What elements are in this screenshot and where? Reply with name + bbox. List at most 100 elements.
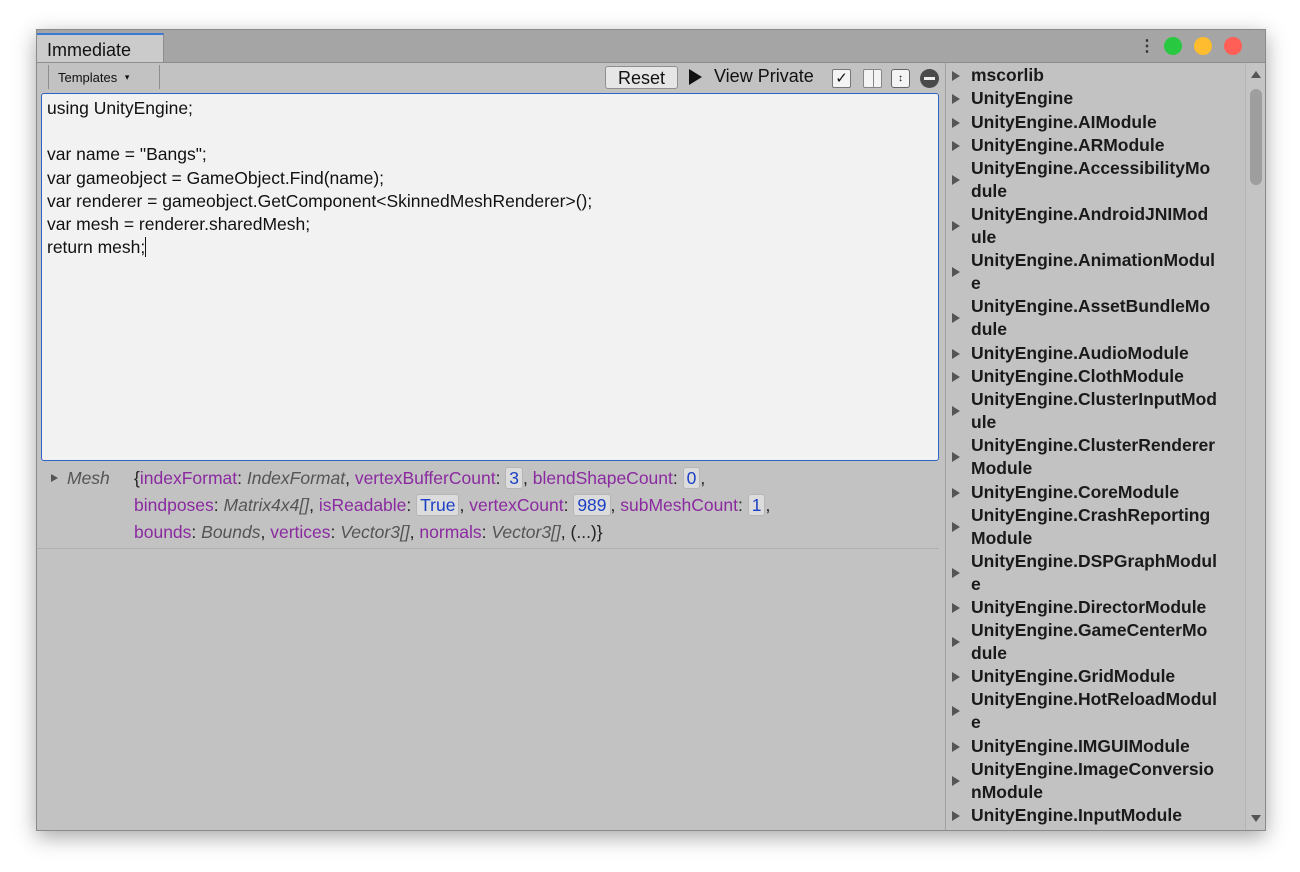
tree-item-label-cont: ule: [971, 227, 997, 247]
layout-toggle-icon[interactable]: [863, 69, 882, 88]
expand-arrow-icon[interactable]: [952, 349, 960, 359]
expand-arrow-icon[interactable]: [952, 313, 960, 323]
code-line-with-caret: return mesh;: [47, 236, 933, 259]
tab-immediate[interactable]: Immediate: [37, 33, 164, 62]
tree-item-label: UnityEngine.ClusterRenderer: [971, 435, 1216, 455]
tree-item-label-cont: Module: [971, 458, 1033, 478]
expand-arrow-icon[interactable]: [952, 811, 960, 821]
expand-arrow-icon[interactable]: [51, 474, 58, 482]
assembly-tree: mscorlib UnityEngine UnityEngine.AIModul…: [945, 63, 1265, 830]
prop-name: normals: [419, 522, 482, 542]
expand-arrow-icon[interactable]: [952, 522, 960, 532]
prop-type: Vector3[]: [491, 522, 561, 542]
stepper-icon[interactable]: ↕: [891, 69, 910, 88]
tree-item-label-cont: dule: [971, 319, 1007, 339]
tree-item-label: UnityEngine.CrashReporting: [971, 505, 1211, 525]
prop-type: Matrix4x4[]: [223, 495, 310, 515]
expand-arrow-icon[interactable]: [952, 776, 960, 786]
prop-name: vertices: [270, 522, 331, 542]
prop-name: isReadable: [318, 495, 407, 515]
prop-value: 3: [505, 467, 524, 489]
scrollbar-thumb[interactable]: [1250, 89, 1262, 185]
expand-arrow-icon[interactable]: [952, 94, 960, 104]
result-line: bindposes: Matrix4x4[], isReadable: True…: [134, 494, 771, 516]
tree-item-label: UnityEngine.ImageConversio: [971, 759, 1215, 779]
result-line: {indexFormat: IndexFormat, vertexBufferC…: [134, 467, 706, 489]
expand-arrow-icon[interactable]: [952, 488, 960, 498]
expand-arrow-icon[interactable]: [952, 175, 960, 185]
tree-item-label: UnityEngine.IMGUIModule: [971, 736, 1190, 756]
result-properties: {indexFormat: IndexFormat, vertexBufferC…: [134, 465, 934, 546]
tree-item-label: UnityEngine.ClothModule: [971, 366, 1184, 386]
dropdown-arrow-icon: ▾: [124, 72, 130, 82]
tree-item-label: UnityEngine.GameCenterMo: [971, 620, 1208, 640]
tree-item-label: UnityEngine.InputModule: [971, 805, 1182, 825]
vertical-scrollbar[interactable]: [1245, 63, 1265, 830]
reset-button[interactable]: Reset: [605, 66, 678, 89]
tree-item-label-cont: e: [971, 574, 981, 594]
prop-value: 1: [747, 494, 766, 516]
expand-arrow-icon[interactable]: [952, 118, 960, 128]
expand-arrow-icon[interactable]: [952, 372, 960, 382]
expand-arrow-icon[interactable]: [952, 267, 960, 277]
prop-type: IndexFormat: [246, 468, 346, 488]
result-divider: [37, 548, 939, 549]
tree-item-label: UnityEngine.CoreModule: [971, 482, 1180, 502]
prop-name: blendShapeCount: [532, 468, 673, 488]
prop-type: Vector3[]: [340, 522, 410, 542]
code-line-text: return mesh;: [47, 237, 146, 258]
result-output: Mesh {indexFormat: IndexFormat, vertexBu…: [45, 465, 935, 545]
result-type: Mesh: [67, 468, 110, 488]
tree-item-label-cont: nModule: [971, 782, 1043, 802]
tree-item-label-cont: e: [971, 712, 981, 732]
code-line: var renderer = gameobject.GetComponent<S…: [47, 190, 593, 211]
close-button[interactable]: [1224, 37, 1242, 55]
templates-label: Templates: [58, 70, 118, 85]
scroll-up-icon[interactable]: [1251, 71, 1261, 78]
tree-item-label: UnityEngine.ARModule: [971, 135, 1165, 155]
expand-arrow-icon[interactable]: [952, 452, 960, 462]
expand-arrow-icon[interactable]: [952, 637, 960, 647]
toolbar: Templates ▾ Reset View Private ✓ ↕: [37, 63, 947, 91]
zoom-button[interactable]: [1164, 37, 1182, 55]
tree-item-label: mscorlib: [971, 65, 1044, 85]
expand-arrow-icon[interactable]: [952, 568, 960, 578]
tree-item-label: UnityEngine.GridModule: [971, 666, 1176, 686]
prop-name: bounds: [134, 522, 192, 542]
tree-item-label: UnityEngine.AudioModule: [971, 343, 1189, 363]
expand-arrow-icon[interactable]: [952, 603, 960, 613]
prop-value: 0: [682, 467, 701, 489]
templates-dropdown[interactable]: Templates ▾: [48, 65, 160, 89]
play-icon[interactable]: [689, 69, 702, 85]
tree-item-label-cont: dule: [971, 181, 1007, 201]
more-options-icon[interactable]: ⋮: [1139, 36, 1155, 56]
tree-item-label-cont: e: [971, 273, 981, 293]
expand-arrow-icon[interactable]: [952, 706, 960, 716]
window-titlebar: Immediate ⋮: [37, 30, 1265, 63]
tree-item-label: UnityEngine.ClusterInputMod: [971, 389, 1217, 409]
expand-arrow-icon[interactable]: [952, 221, 960, 231]
tree-item-label: UnityEngine.HotReloadModul: [971, 689, 1217, 709]
tree-item-label: UnityEngine.DSPGraphModul: [971, 551, 1217, 571]
tree-item-label-cont: Module: [971, 528, 1033, 548]
immediate-window: Immediate ⋮ Templates ▾ Reset View Priva…: [36, 29, 1266, 831]
tree-item-label: UnityEngine: [971, 88, 1074, 108]
result-line: bounds: Bounds, vertices: Vector3[], nor…: [134, 522, 603, 542]
minimize-button[interactable]: [1194, 37, 1212, 55]
expand-arrow-icon[interactable]: [952, 71, 960, 81]
prop-name: subMeshCount: [620, 495, 738, 515]
expand-arrow-icon[interactable]: [952, 141, 960, 151]
code-line: var gameobject = GameObject.Find(name);: [47, 167, 385, 188]
view-private-checkbox[interactable]: ✓: [832, 69, 851, 88]
expand-arrow-icon[interactable]: [952, 406, 960, 416]
tree-item-label: UnityEngine.AssetBundleMo: [971, 296, 1211, 316]
code-editor[interactable]: using UnityEngine; var name = "Bangs"; v…: [41, 93, 939, 461]
expand-arrow-icon[interactable]: [952, 672, 960, 682]
prop-name: vertexCount: [469, 495, 564, 515]
prop-name: bindposes: [134, 495, 214, 515]
more-ellipsis[interactable]: (...): [571, 522, 597, 542]
scroll-down-icon[interactable]: [1251, 815, 1261, 822]
code-line: var name = "Bangs";: [47, 144, 207, 165]
expand-arrow-icon[interactable]: [952, 742, 960, 752]
remove-icon[interactable]: [920, 69, 939, 88]
